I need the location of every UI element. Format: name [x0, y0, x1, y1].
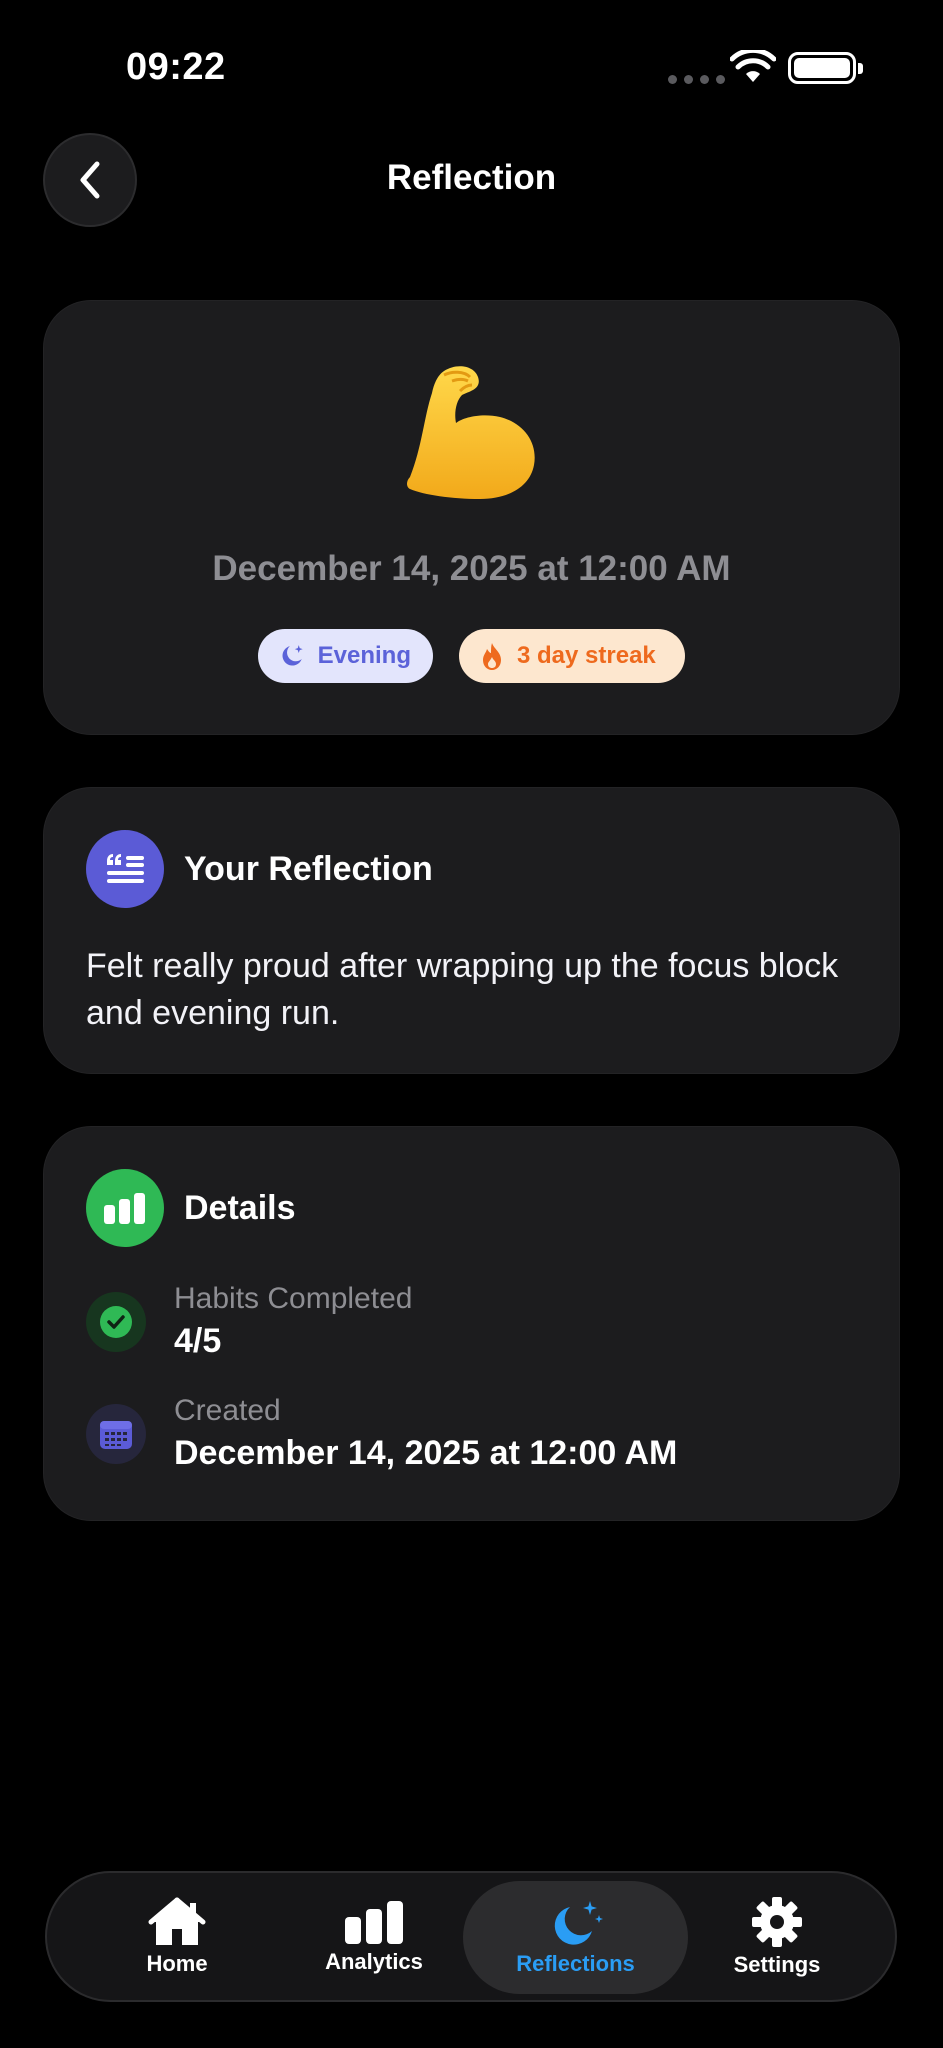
reflection-title: Your Reflection	[184, 849, 433, 888]
tab-home-label: Home	[146, 1950, 208, 1976]
created-row: Created December 14, 2025 at 12:00 AM	[86, 1393, 677, 1475]
moon-sparkle-icon	[282, 645, 303, 666]
tab-home[interactable]: Home	[102, 1873, 252, 2000]
tab-analytics-label: Analytics	[325, 1948, 423, 1974]
time-of-day-label: Evening	[317, 642, 411, 669]
battery-icon	[788, 52, 863, 84]
created-value: December 14, 2025 at 12:00 AM	[174, 1434, 678, 1472]
page-title: Reflection	[386, 158, 557, 197]
tab-bar: Home Analytics Reflections Settings	[45, 1871, 897, 2002]
tab-settings[interactable]: Settings	[702, 1873, 852, 2000]
status-bar: 09:22	[0, 0, 943, 140]
habits-completed-row: Habits Completed 4/5	[86, 1281, 412, 1363]
gear-icon	[752, 1896, 802, 1947]
check-circle-icon	[86, 1292, 146, 1352]
reflection-body: Felt really proud after wrapping up the …	[86, 947, 839, 1032]
flexed-biceps-icon	[44, 361, 899, 501]
habits-completed-value: 4/5	[174, 1322, 222, 1360]
bar-chart-icon	[86, 1169, 164, 1247]
tab-reflections-label: Reflections	[516, 1950, 635, 1976]
wifi-icon	[730, 50, 776, 82]
details-header: Details	[86, 1169, 296, 1247]
bar-chart-icon	[345, 1900, 403, 1944]
calendar-icon	[86, 1404, 146, 1464]
status-time: 09:22	[126, 46, 226, 88]
reflection-header: Your Reflection	[86, 830, 433, 908]
cellular-signal-icon	[668, 75, 725, 84]
quote-text-icon	[86, 830, 164, 908]
your-reflection-card: Your Reflection Felt really proud after …	[43, 787, 900, 1074]
tab-settings-label: Settings	[733, 1951, 821, 1977]
house-icon	[148, 1897, 206, 1945]
details-title: Details	[184, 1188, 296, 1227]
tab-analytics[interactable]: Analytics	[299, 1873, 449, 2000]
streak-label: 3 day streak	[517, 642, 656, 669]
flame-icon	[483, 643, 501, 670]
moon-sparkle-icon	[554, 1900, 603, 1945]
tab-reflections[interactable]: Reflections	[463, 1881, 688, 1994]
reflection-summary-card: December 14, 2025 at 12:00 AM Evening 3 …	[43, 300, 900, 735]
created-label: Created	[174, 1394, 281, 1427]
reflection-date: December 14, 2025 at 12:00 AM	[212, 549, 731, 588]
streak-badge: 3 day streak	[459, 629, 685, 683]
habits-completed-label: Habits Completed	[174, 1282, 413, 1315]
details-card: Details Habits Completed 4/5 Created Dec…	[43, 1126, 900, 1521]
time-of-day-badge: Evening	[258, 629, 433, 683]
